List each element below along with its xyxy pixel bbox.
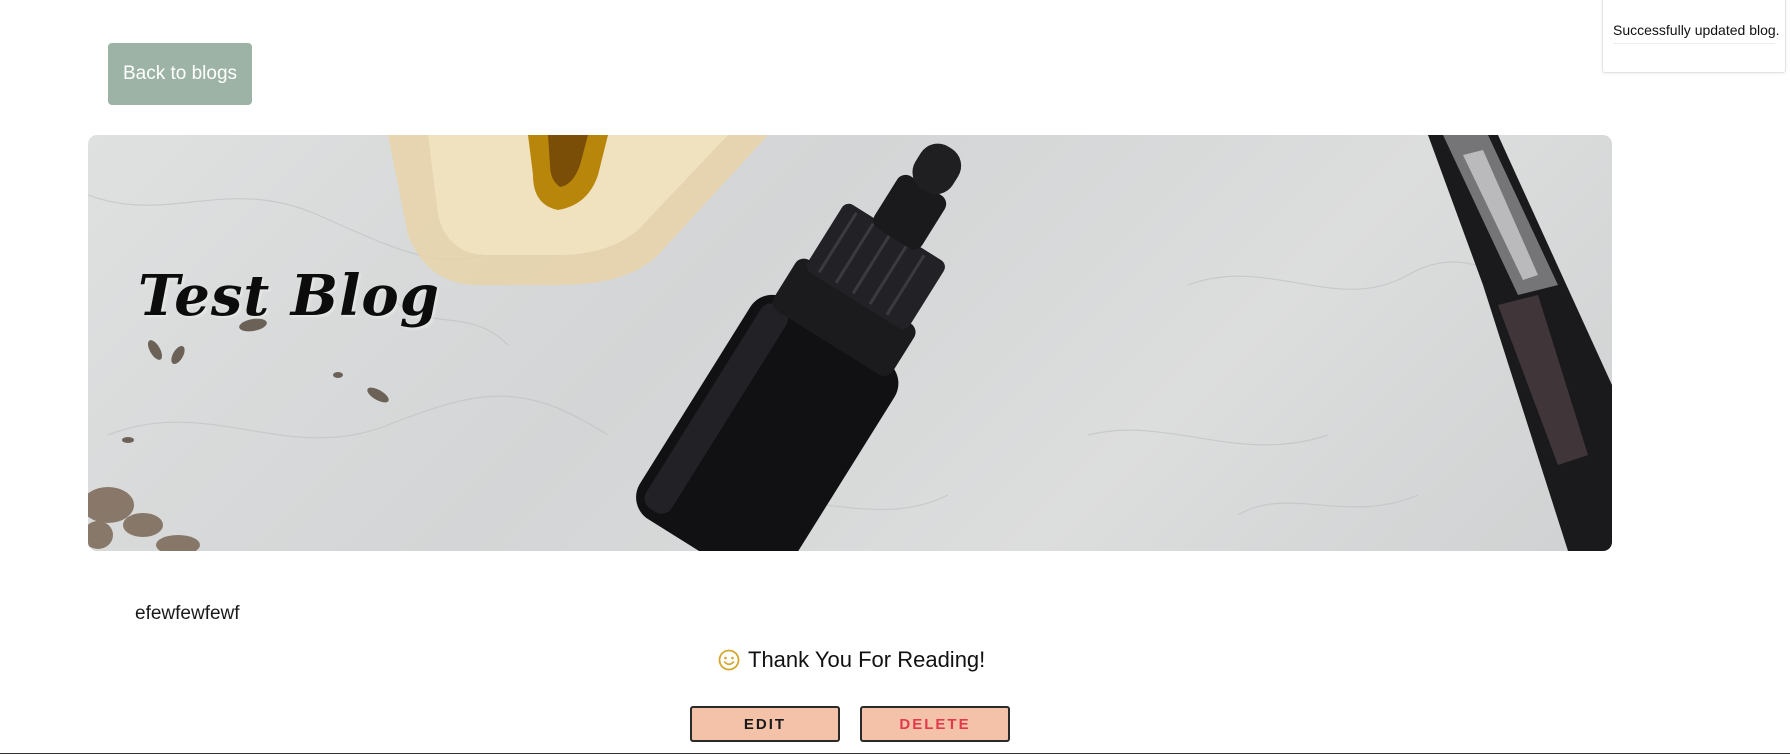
- closing-text: Thank You For Reading!: [748, 647, 986, 672]
- edit-button[interactable]: EDIT: [690, 706, 840, 742]
- hero-background-illustration: [88, 135, 1612, 551]
- toast-notification: Successfully updated blog.: [1602, 0, 1786, 73]
- blog-hero-image: Test Blog: [88, 135, 1612, 551]
- back-to-blogs-button[interactable]: Back to blogs: [108, 43, 252, 105]
- delete-button[interactable]: DELETE: [860, 706, 1010, 742]
- smile-icon: [718, 649, 740, 671]
- blog-title: Test Blog: [138, 263, 440, 329]
- page-divider: [0, 753, 1790, 754]
- toast-message: Successfully updated blog.: [1613, 22, 1780, 38]
- blog-body: efewfewfewf: [135, 603, 240, 624]
- toast-divider: [1613, 43, 1775, 44]
- closing-message: Thank You For Reading!: [718, 647, 985, 673]
